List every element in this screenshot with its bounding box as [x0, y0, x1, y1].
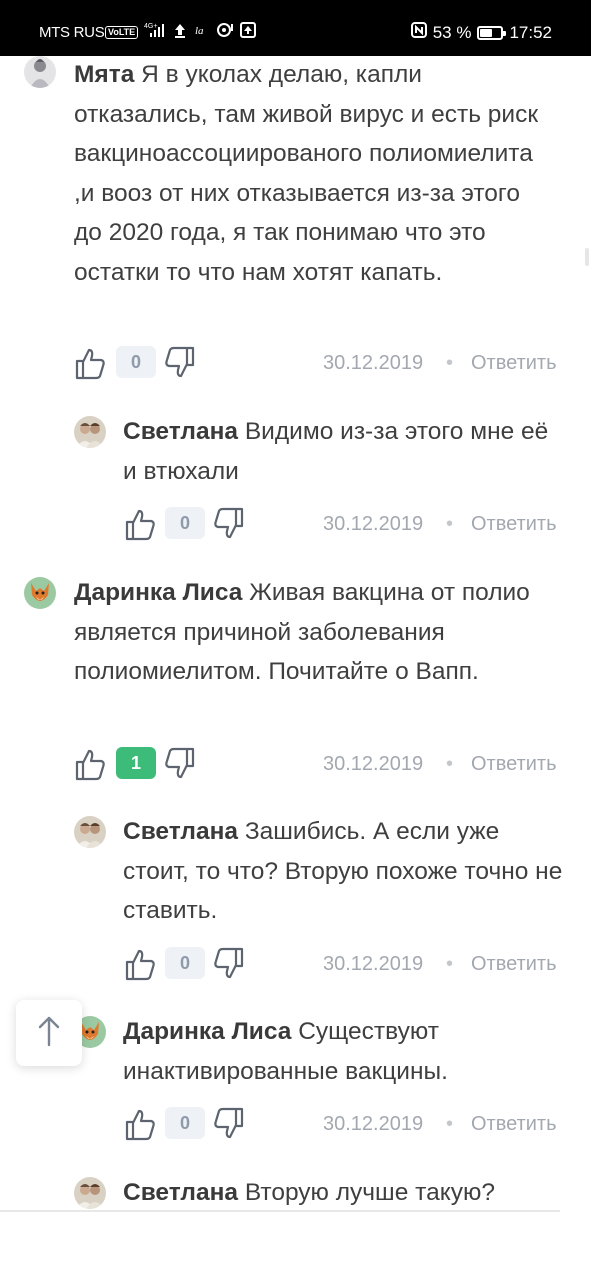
comment-text: Даринка Лиса Живая вакцина от полио явля…: [74, 573, 544, 692]
comment-body: Я в уколах делаю, капли отказались, там …: [74, 61, 539, 286]
upload-icon: [172, 22, 188, 43]
comment-text: Мята Я в уколах делаю, капли отказались,…: [74, 55, 544, 292]
separator-dot: •: [446, 352, 454, 374]
battery-icon: [477, 25, 507, 40]
comment-text: Светлана Зашибись. А если уже стоит, то …: [123, 812, 563, 931]
thumbs-down-icon[interactable]: [164, 346, 196, 380]
arrow-up-icon: [37, 1015, 61, 1052]
comment-author[interactable]: Светлана: [123, 1179, 238, 1206]
scroll-to-top-button[interactable]: [16, 1000, 82, 1066]
thumbs-up-icon[interactable]: [124, 947, 156, 981]
comment-author[interactable]: Светлана: [123, 418, 238, 445]
separator-dot: •: [446, 953, 454, 975]
comment-text: Светлана Видимо из-за этого мне её и втю…: [123, 412, 563, 491]
reply-link[interactable]: Ответить: [471, 513, 557, 536]
thumbs-down-icon[interactable]: [213, 1107, 245, 1141]
separator-dot: •: [446, 753, 454, 775]
thumbs-down-icon[interactable]: [213, 947, 245, 981]
bottom-divider: [0, 1210, 560, 1212]
comment-actions: 0 30.12.2019 • Ответить: [124, 945, 591, 985]
comment-date: 30.12.2019: [323, 753, 424, 775]
reply-link[interactable]: Ответить: [471, 753, 557, 776]
comment-date: 30.12.2019: [323, 1113, 424, 1135]
comment-text: Светлана Вторую лучше такую?: [123, 1173, 563, 1211]
comment-author[interactable]: Даринка Лиса: [74, 579, 242, 606]
status-bar: MTS RUS VoLTE 4G+ la 53 % 17:52: [0, 0, 591, 56]
app-notification-icon: la: [194, 23, 210, 42]
thumbs-up-icon[interactable]: [74, 346, 106, 380]
like-count: 1: [116, 747, 156, 779]
like-count: 0: [165, 947, 205, 979]
comment-date: 30.12.2019: [323, 513, 424, 535]
like-count: 0: [165, 507, 205, 539]
comment-text: Даринка Лиса Существуют инактивированные…: [123, 1012, 563, 1091]
avatar[interactable]: [74, 416, 106, 448]
scroll-indicator: [585, 248, 589, 266]
comment-author[interactable]: Мята: [74, 61, 134, 88]
avatar[interactable]: [74, 816, 106, 848]
nfc-icon: [410, 22, 427, 43]
status-right: 53 % 17:52: [410, 22, 552, 43]
battery-percent: 53 %: [432, 22, 472, 42]
comment-actions: 0 30.12.2019 • Ответить: [74, 344, 574, 384]
separator-dot: •: [446, 1113, 454, 1135]
comment-author[interactable]: Светлана: [123, 818, 238, 845]
thumbs-down-icon[interactable]: [213, 507, 245, 541]
comment-actions: 0 30.12.2019 • Ответить: [124, 1105, 591, 1145]
reply-link[interactable]: Ответить: [471, 953, 557, 976]
volte-icon: VoLTE: [105, 26, 139, 39]
thumbs-down-icon[interactable]: [164, 747, 196, 781]
thumbs-up-icon[interactable]: [74, 747, 106, 781]
clock: 17:52: [509, 22, 552, 42]
comment-date: 30.12.2019: [323, 352, 424, 374]
svg-text:4G+: 4G+: [144, 23, 157, 30]
comment-date: 30.12.2019: [323, 953, 424, 975]
signal-icon: 4G+: [144, 22, 166, 43]
svg-text:la: la: [195, 25, 204, 37]
separator-dot: •: [446, 513, 454, 535]
comment-actions: 0 30.12.2019 • Ответить: [124, 505, 591, 545]
status-icons: VoLTE 4G+ la: [105, 22, 257, 43]
like-count: 0: [165, 1107, 205, 1139]
avatar[interactable]: [24, 577, 56, 609]
comment-body: Вторую лучше такую?: [244, 1179, 495, 1206]
like-count: 0: [116, 346, 156, 378]
carrier-label: MTS RUS: [39, 24, 105, 41]
reply-link[interactable]: Ответить: [471, 1113, 557, 1136]
reply-link[interactable]: Ответить: [471, 352, 557, 375]
comment-actions: 1 30.12.2019 • Ответить: [74, 745, 574, 785]
download-app-icon: [240, 22, 257, 43]
avatar[interactable]: [24, 56, 56, 88]
comment-author[interactable]: Даринка Лиса: [123, 1018, 291, 1045]
avatar[interactable]: [74, 1177, 106, 1209]
hotspot-icon: [216, 22, 234, 43]
thumbs-up-icon[interactable]: [124, 1107, 156, 1141]
thumbs-up-icon[interactable]: [124, 507, 156, 541]
